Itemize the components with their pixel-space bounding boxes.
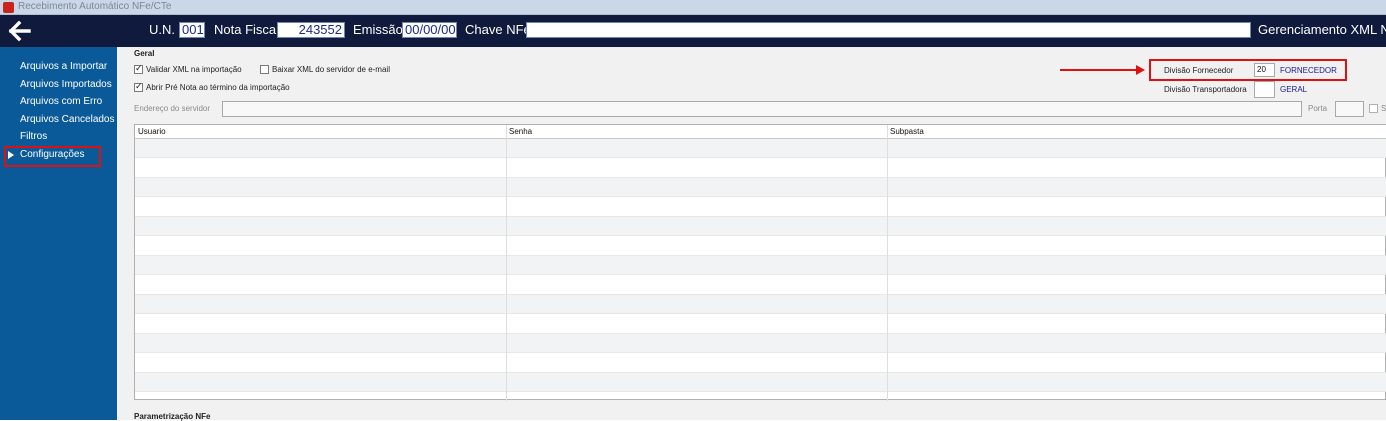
table-cell[interactable] xyxy=(135,276,506,295)
back-arrow-icon[interactable] xyxy=(8,19,32,43)
table-cell[interactable] xyxy=(135,139,506,158)
table-cell[interactable] xyxy=(887,295,1386,314)
emissao-input[interactable]: 00/00/00 xyxy=(402,22,457,38)
grid-body xyxy=(135,139,1386,401)
column-divider xyxy=(506,125,507,401)
column-header-subpasta[interactable]: Subpasta xyxy=(887,125,1386,139)
sidebar-item-filtros[interactable]: Filtros xyxy=(20,131,47,142)
divisao-transportadora-input[interactable] xyxy=(1254,81,1275,98)
table-cell[interactable] xyxy=(887,373,1386,392)
endereco-servidor-label: Endereço do servidor xyxy=(134,104,211,113)
highlight-box-divisao-fornecedor xyxy=(1149,59,1347,81)
table-cell[interactable] xyxy=(135,217,506,236)
table-cell[interactable] xyxy=(135,256,506,275)
chave-nfe-label: Chave NFe xyxy=(465,22,531,37)
table-cell[interactable] xyxy=(887,237,1386,256)
table-cell[interactable] xyxy=(506,159,887,178)
table-cell[interactable] xyxy=(135,373,506,392)
window-title: Recebimento Automático NFe/CTe xyxy=(18,1,172,12)
table-cell[interactable] xyxy=(887,315,1386,334)
table-cell[interactable] xyxy=(135,159,506,178)
highlight-box-configuracoes xyxy=(4,146,101,167)
table-cell[interactable] xyxy=(135,334,506,353)
table-cell[interactable] xyxy=(506,256,887,275)
table-row[interactable] xyxy=(135,237,1386,256)
table-row[interactable] xyxy=(135,373,1386,392)
table-row[interactable] xyxy=(135,159,1386,178)
table-cell[interactable] xyxy=(135,295,506,314)
table-cell[interactable] xyxy=(506,373,887,392)
table-cell[interactable] xyxy=(887,178,1386,197)
table-row[interactable] xyxy=(135,295,1386,314)
geral-section-title: Geral xyxy=(134,49,155,58)
validar-xml-checkbox[interactable] xyxy=(134,63,143,74)
baixar-xml-checkbox[interactable] xyxy=(260,65,269,74)
column-divider xyxy=(887,125,888,401)
annotation-arrow-head xyxy=(1136,65,1145,75)
table-cell[interactable] xyxy=(135,178,506,197)
table-cell[interactable] xyxy=(506,139,887,158)
ssl-checkbox[interactable] xyxy=(1369,104,1378,113)
ssl-label: S xyxy=(1381,104,1386,113)
table-row[interactable] xyxy=(135,276,1386,295)
email-accounts-grid[interactable]: Usuario Senha Subpasta xyxy=(134,124,1386,401)
chave-nfe-input[interactable] xyxy=(526,22,1251,38)
abrir-pre-nota-label: Abrir Pré Nota ao término da importação xyxy=(146,83,290,92)
divisao-transportadora-label: Divisão Transportadora xyxy=(1164,85,1247,94)
column-header-senha[interactable]: Senha xyxy=(506,125,887,139)
table-cell[interactable] xyxy=(887,139,1386,158)
sidebar-item-arquivos-importados[interactable]: Arquivos Importados xyxy=(20,79,112,90)
table-cell[interactable] xyxy=(506,295,887,314)
table-cell[interactable] xyxy=(887,256,1386,275)
sidebar-item-arquivos-com-erro[interactable]: Arquivos com Erro xyxy=(20,96,102,107)
table-cell[interactable] xyxy=(135,354,506,373)
table-cell[interactable] xyxy=(135,315,506,334)
table-row[interactable] xyxy=(135,315,1386,334)
un-label: U.N. xyxy=(149,22,175,37)
abrir-pre-nota-checkbox[interactable] xyxy=(134,81,143,92)
table-cell[interactable] xyxy=(506,198,887,217)
sidebar-item-arquivos-a-importar[interactable]: Arquivos a Importar xyxy=(20,61,107,72)
baixar-xml-label: Baixar XML do servidor de e-mail xyxy=(272,65,390,74)
table-cell[interactable] xyxy=(506,354,887,373)
porta-input[interactable] xyxy=(1335,101,1364,117)
column-header-usuario[interactable]: Usuario xyxy=(135,125,506,139)
table-cell[interactable] xyxy=(135,198,506,217)
emissao-label: Emissão xyxy=(353,22,403,37)
window-titlebar: Recebimento Automático NFe/CTe xyxy=(0,0,1386,15)
nota-fiscal-label: Nota Fiscal xyxy=(214,22,280,37)
table-cell[interactable] xyxy=(506,178,887,197)
table-cell[interactable] xyxy=(506,315,887,334)
module-title: Gerenciamento XML NFe xyxy=(1258,22,1386,37)
table-row[interactable] xyxy=(135,198,1386,217)
table-cell[interactable] xyxy=(506,237,887,256)
table-row[interactable] xyxy=(135,334,1386,353)
table-cell[interactable] xyxy=(506,334,887,353)
table-cell[interactable] xyxy=(887,354,1386,373)
nota-fiscal-input[interactable]: 243552 xyxy=(277,22,345,38)
endereco-servidor-input[interactable] xyxy=(222,101,1302,117)
sidebar-item-arquivos-cancelados[interactable]: Arquivos Cancelados xyxy=(20,114,115,125)
table-cell[interactable] xyxy=(506,217,887,236)
table-cell[interactable] xyxy=(135,237,506,256)
annotation-arrow-line xyxy=(1060,69,1138,71)
table-cell[interactable] xyxy=(887,159,1386,178)
table-cell[interactable] xyxy=(887,276,1386,295)
table-cell[interactable] xyxy=(506,276,887,295)
table-row[interactable] xyxy=(135,354,1386,373)
table-cell[interactable] xyxy=(887,198,1386,217)
app-icon xyxy=(3,2,14,13)
un-input[interactable]: 001 xyxy=(179,22,205,38)
table-cell[interactable] xyxy=(887,334,1386,353)
table-row[interactable] xyxy=(135,217,1386,236)
validar-xml-label: Validar XML na importação xyxy=(146,65,242,74)
table-row[interactable] xyxy=(135,139,1386,158)
porta-label: Porta xyxy=(1308,104,1328,113)
table-cell[interactable] xyxy=(887,217,1386,236)
table-row[interactable] xyxy=(135,178,1386,197)
divisao-transportadora-name: GERAL xyxy=(1280,85,1308,94)
table-row[interactable] xyxy=(135,256,1386,275)
